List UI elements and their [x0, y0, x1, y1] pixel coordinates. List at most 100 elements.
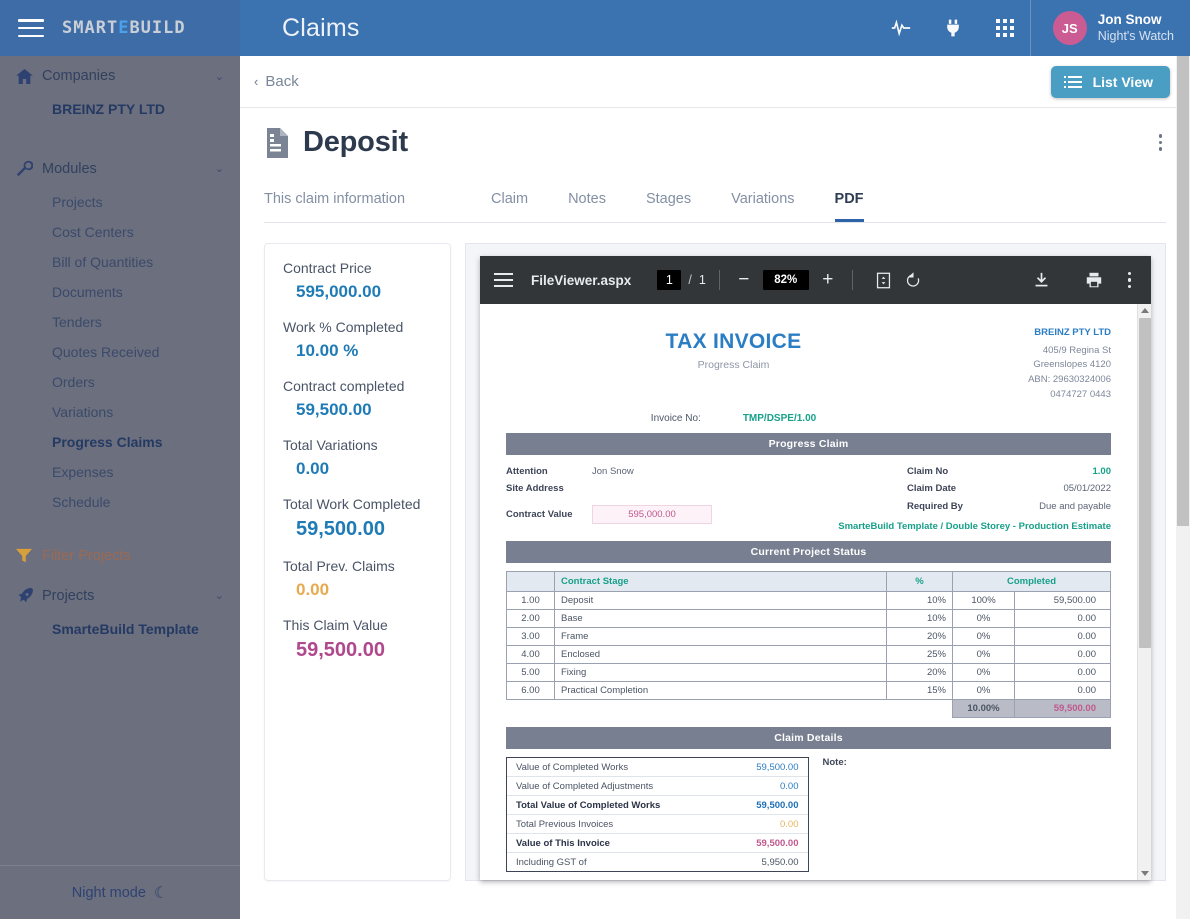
sidebar-group-label-projects: Projects: [42, 587, 95, 604]
list-item: Value of Completed Adjustments 0.00: [507, 777, 808, 797]
contract-value-label: Contract Value: [506, 508, 573, 520]
pdf-page-input[interactable]: 1: [657, 270, 682, 290]
night-mode-label: Night mode: [71, 884, 146, 901]
detail-label: Total Previous Invoices: [516, 818, 614, 830]
zoom-level-field[interactable]: 82%: [762, 270, 809, 290]
sidebar-item-cost-centers[interactable]: Cost Centers: [0, 217, 240, 247]
fit-page-icon[interactable]: [872, 268, 896, 292]
attention-row: Attention Jon Snow: [506, 463, 833, 481]
pdf-more-options-icon[interactable]: [1127, 271, 1131, 289]
detail-amount: 0.00: [780, 780, 799, 792]
sidebar-item-tenders[interactable]: Tenders: [0, 307, 240, 337]
print-icon[interactable]: [1082, 268, 1106, 292]
detail-amount: 59,500.00: [756, 837, 799, 849]
stage-no: 2.00: [506, 609, 555, 629]
stage-amount: 59,500.00: [1014, 591, 1111, 611]
list-view-button[interactable]: List View: [1050, 65, 1170, 98]
sidebar-item-smartebuild-template[interactable]: SmarteBuild Template: [0, 614, 240, 644]
sidebar-group-modules[interactable]: Modules ⌄: [0, 148, 240, 187]
invoice-subtitle: Progress Claim: [697, 359, 770, 371]
tab-this-claim-information[interactable]: This claim information: [264, 181, 405, 222]
pdf-scrollbar-thumb[interactable]: [1139, 318, 1151, 648]
tab-variations[interactable]: Variations: [731, 181, 794, 222]
invoice-no-value: TMP/DSPE/1.00: [742, 412, 817, 424]
night-mode-toggle[interactable]: Night mode ☾: [0, 865, 240, 919]
col-completed: Completed: [952, 571, 1111, 593]
sidebar-item-variations[interactable]: Variations: [0, 397, 240, 427]
sidebar-item-breinz-pty-ltd[interactable]: BREINZ PTY LTD: [0, 94, 240, 124]
rotate-icon[interactable]: [902, 268, 926, 292]
user-menu[interactable]: JS Jon Snow Night's Watch: [1029, 0, 1190, 56]
label-this-claim-value: This Claim Value: [283, 617, 388, 633]
pdf-document: TAX INVOICE Progress Claim BREINZ PTY LT…: [480, 304, 1137, 880]
user-name: Jon Snow: [1097, 11, 1162, 27]
value-total-variations: 0.00: [296, 459, 330, 478]
sidebar-item-expenses[interactable]: Expenses: [0, 457, 240, 487]
page-more-options-icon[interactable]: [1155, 128, 1167, 157]
label-work-pct-completed: Work % Completed: [283, 319, 404, 335]
scroll-down-arrow-icon[interactable]: [1141, 871, 1149, 876]
pdf-page-total: 1: [698, 273, 706, 287]
company-name: BREINZ PTY LTD: [1034, 327, 1111, 338]
page-scrollbar-thumb[interactable]: [1177, 56, 1189, 526]
tab-notes[interactable]: Notes: [568, 181, 606, 222]
document-icon: [264, 127, 290, 158]
sidebar-group-projects[interactable]: Projects ⌄: [0, 575, 240, 614]
site-address-row: Site Address: [506, 480, 833, 498]
zoom-in-button[interactable]: +: [817, 269, 839, 291]
sidebar-filter-projects[interactable]: Filter Projects: [0, 537, 240, 575]
logo-text-accent: E: [118, 18, 130, 38]
stage-completed-pct: 0%: [952, 609, 1015, 629]
stage-amount: 0.00: [1014, 663, 1111, 683]
sidebar-item-schedule[interactable]: Schedule: [0, 487, 240, 517]
download-icon[interactable]: [1030, 268, 1054, 292]
pdf-toolbar: FileViewer.aspx 1 / 1 − 82% +: [480, 256, 1151, 304]
plug-icon[interactable]: [942, 17, 964, 39]
value-contract-price: 595,000.00: [296, 282, 382, 301]
value-work-pct-completed: 10.00 %: [296, 341, 359, 360]
sidebar-item-bill-of-quantities[interactable]: Bill of Quantities: [0, 247, 240, 277]
list-item: Including GST of 5,950.00: [507, 853, 808, 871]
sidebar-item-documents[interactable]: Documents: [0, 277, 240, 307]
value-contract-completed: 59,500.00: [296, 400, 372, 419]
col-contract-stage: Contract Stage: [554, 571, 887, 593]
page-title: Deposit: [303, 126, 408, 158]
list-view-label: List View: [1092, 73, 1153, 90]
pdf-sidebar-toggle-icon[interactable]: [494, 273, 513, 287]
sidebar-item-quotes-received[interactable]: Quotes Received: [0, 337, 240, 367]
col-index: [506, 571, 555, 593]
tab-claim[interactable]: Claim: [491, 181, 528, 222]
claim-details-table: Value of Completed Works 59,500.00 Value…: [506, 757, 809, 873]
menu-toggle-icon[interactable]: [18, 19, 44, 37]
sidebar-item-orders[interactable]: Orders: [0, 367, 240, 397]
pdf-scrollbar[interactable]: [1137, 304, 1151, 880]
detail-amount: 59,500.00: [756, 761, 799, 773]
table-row: 4.00 Enclosed 25% 0% 0.00: [506, 645, 1111, 665]
stage-completed-pct: 0%: [952, 645, 1015, 665]
main-content: ‹ Back List View Deposit This claim info…: [240, 56, 1190, 919]
sidebar-item-progress-claims[interactable]: Progress Claims: [0, 427, 240, 457]
back-button[interactable]: ‹ Back: [254, 73, 299, 90]
claim-date-value: 05/01/2022: [1063, 483, 1111, 495]
sidebar-group-companies[interactable]: Companies ⌄: [0, 56, 240, 94]
scroll-up-arrow-icon[interactable]: [1141, 308, 1149, 313]
app-title: Claims: [282, 13, 360, 42]
tab-stages[interactable]: Stages: [646, 181, 691, 222]
claim-no-row: Claim No 1.00: [833, 463, 1111, 481]
project-line: SmarteBuild Template / Double Storey - P…: [838, 521, 1111, 533]
activity-icon[interactable]: [890, 17, 912, 39]
sidebar-item-projects[interactable]: Projects: [0, 187, 240, 217]
page-scrollbar[interactable]: [1176, 56, 1190, 919]
required-by-label: Required By: [906, 500, 963, 512]
label-contract-price: Contract Price: [283, 260, 372, 276]
stage-completed-pct: 0%: [952, 627, 1015, 647]
value-total-work-completed: 59,500.00: [296, 518, 385, 540]
tab-pdf[interactable]: PDF: [834, 181, 864, 222]
top-icon-group: [890, 17, 1030, 39]
zoom-out-button[interactable]: −: [733, 269, 755, 291]
invoice-number-row: Invoice No: TMP/DSPE/1.00: [506, 413, 961, 424]
table-row: 1.00 Deposit 10% 100% 59,500.00: [506, 591, 1111, 611]
sidebar-filter-label: Filter Projects: [42, 548, 131, 564]
apps-grid-icon[interactable]: [994, 17, 1016, 39]
detail-amount: 5,950.00: [761, 856, 799, 868]
